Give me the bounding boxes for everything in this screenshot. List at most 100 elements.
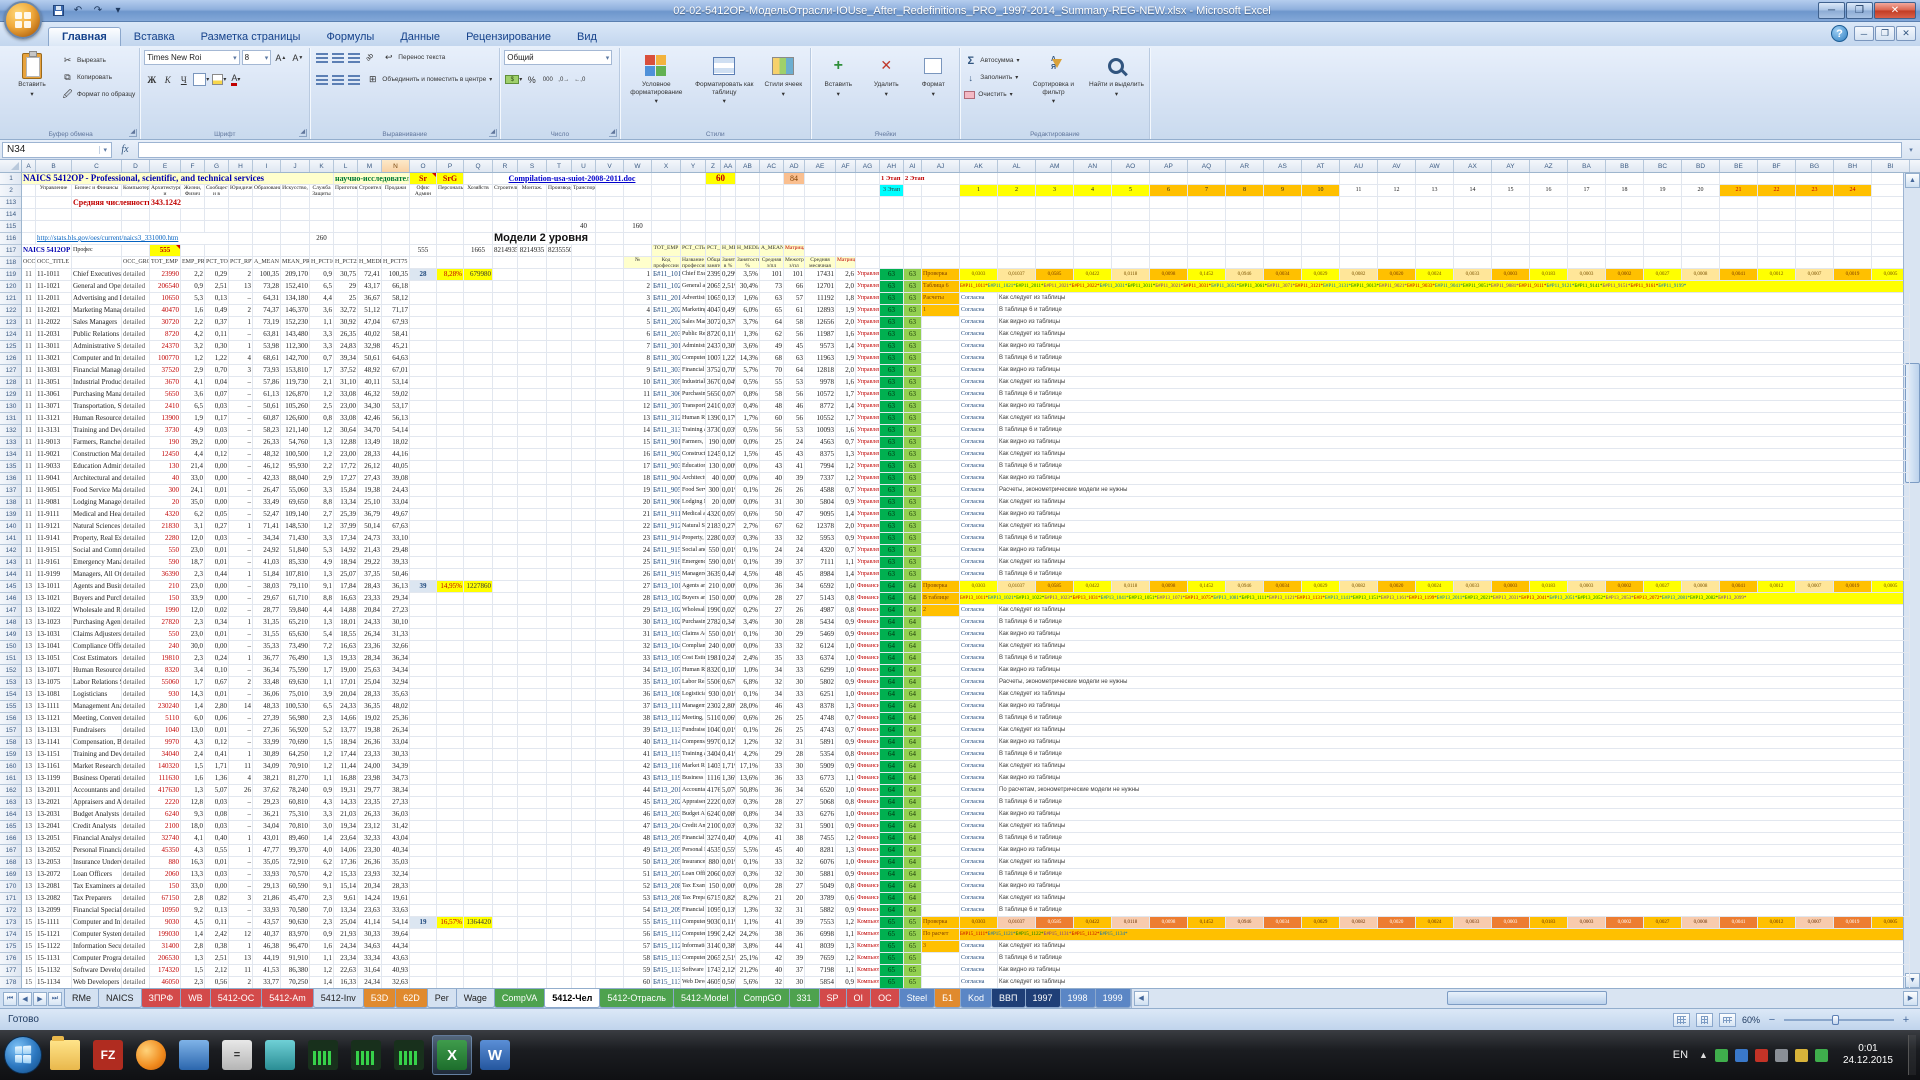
cell[interactable]: detailed — [122, 905, 150, 917]
cell[interactable]: 65 — [904, 917, 922, 929]
cell[interactable]: 3,0 — [310, 821, 334, 833]
cell[interactable]: Training and Development Managers — [681, 425, 706, 437]
cell[interactable]: 36,35 — [358, 701, 382, 713]
cell[interactable]: 33 — [784, 653, 805, 665]
cell[interactable]: 48,92 — [358, 365, 382, 377]
cell[interactable]: 64 — [880, 701, 904, 713]
comma-style-button[interactable]: 000 — [540, 72, 555, 87]
cell[interactable]: 5434 — [805, 617, 836, 629]
cell[interactable] — [358, 197, 382, 209]
row-header-124[interactable]: 124 — [0, 329, 22, 341]
cell[interactable]: 1 — [229, 833, 253, 845]
cell[interactable]: 32 — [760, 977, 784, 988]
cell[interactable] — [1378, 173, 1416, 185]
cell[interactable]: 0,1% — [736, 485, 760, 497]
row-header-114[interactable]: 114 — [0, 209, 22, 221]
cell[interactable] — [547, 689, 572, 701]
cell[interactable]: Training and Development Managers — [72, 425, 122, 437]
cell[interactable] — [410, 689, 437, 701]
cell[interactable] — [493, 713, 518, 725]
zoom-out-button[interactable]: − — [1766, 1014, 1778, 1026]
column-header-T[interactable]: T — [547, 160, 572, 173]
cell[interactable]: 0,5% — [736, 377, 760, 389]
cell[interactable]: В таблице 6 и таблице — [998, 617, 1910, 629]
cell[interactable]: 107,810 — [281, 569, 310, 581]
cell[interactable]: 25 — [784, 713, 805, 725]
cell[interactable] — [518, 221, 547, 233]
cell[interactable]: 65 — [880, 965, 904, 977]
cell[interactable]: Web Developers — [681, 977, 706, 988]
cell[interactable] — [205, 221, 229, 233]
cell[interactable]: 23990 — [150, 269, 181, 281]
taskbar-item-network-monitor-1[interactable] — [303, 1035, 343, 1075]
cell[interactable]: 25,07 — [334, 569, 358, 581]
cell[interactable] — [596, 509, 624, 521]
cell[interactable]: 0,02% — [721, 605, 736, 617]
cell[interactable] — [547, 569, 572, 581]
cell[interactable]: 28,43 — [358, 581, 382, 593]
cell[interactable]: 0,0098 — [1150, 917, 1188, 929]
wrap-text-button[interactable]: ↩Перенос текста — [382, 50, 445, 65]
cell[interactable] — [547, 521, 572, 533]
cell[interactable]: Human Resources Specialists — [681, 665, 706, 677]
cell[interactable]: 16,63 — [334, 641, 358, 653]
cell[interactable]: Sales Managers — [72, 317, 122, 329]
cell[interactable]: 73,490 — [281, 641, 310, 653]
row-header-143[interactable]: 143 — [0, 557, 22, 569]
cell[interactable] — [904, 185, 922, 197]
cell[interactable]: 28,77 — [253, 605, 281, 617]
cell[interactable]: 2,12 — [205, 965, 229, 977]
cell[interactable]: Управленец — [856, 497, 880, 509]
delete-cells-button[interactable]: ✕ Удалить▾ — [864, 50, 908, 125]
cell[interactable]: 63 — [904, 461, 922, 473]
cell[interactable]: detailed — [122, 449, 150, 461]
start-button[interactable] — [4, 1036, 42, 1074]
cell[interactable]: 64 — [904, 761, 922, 773]
cell[interactable] — [518, 569, 547, 581]
cell[interactable]: NAICS 5412OP - Professional, scientific,… — [22, 173, 334, 185]
cell[interactable] — [518, 425, 547, 437]
cell[interactable] — [36, 197, 72, 209]
cell[interactable]: 40 — [784, 845, 805, 857]
cell[interactable]: 63 — [880, 497, 904, 509]
cell[interactable]: 32,63 — [382, 977, 410, 988]
cell[interactable] — [464, 521, 493, 533]
cell[interactable] — [1834, 221, 1872, 233]
align-center-button[interactable] — [330, 72, 345, 87]
cell[interactable]: 38 — [760, 929, 784, 941]
cell[interactable]: Information Security Analysts — [72, 941, 122, 953]
cell[interactable]: 17 — [624, 461, 652, 473]
cell[interactable]: 9,3 — [181, 809, 205, 821]
cell[interactable]: 18,94 — [334, 557, 358, 569]
cell[interactable] — [410, 737, 437, 749]
cell[interactable]: 76,490 — [281, 653, 310, 665]
cell[interactable]: 0,0019 — [1834, 917, 1872, 929]
cell[interactable] — [596, 689, 624, 701]
cell[interactable]: 64 — [880, 833, 904, 845]
cell[interactable] — [493, 437, 518, 449]
row-header-150[interactable]: 150 — [0, 641, 22, 653]
cell[interactable]: Buyers and Purchasing Agents, Farm Produ… — [681, 593, 706, 605]
cell[interactable] — [596, 881, 624, 893]
cell[interactable] — [437, 329, 464, 341]
cell[interactable]: 23,30 — [358, 845, 382, 857]
cell[interactable]: 32,94 — [382, 677, 410, 689]
cell[interactable]: Financial Managers — [681, 365, 706, 377]
cell[interactable]: detailed — [122, 725, 150, 737]
cell[interactable]: 34,34 — [382, 665, 410, 677]
cell[interactable]: 1,0 — [836, 857, 856, 869]
cell[interactable] — [1568, 221, 1606, 233]
cell[interactable]: 36390 — [706, 569, 721, 581]
cell[interactable]: 1,22% — [721, 353, 736, 365]
cell[interactable]: 38,21 — [253, 773, 281, 785]
cell[interactable] — [1606, 197, 1644, 209]
cell[interactable]: 9573 — [805, 341, 836, 353]
cell[interactable]: Б#15_1131 — [652, 953, 681, 965]
cell[interactable]: 24,34 — [334, 941, 358, 953]
cell[interactable]: 34 — [624, 665, 652, 677]
cell[interactable] — [1226, 233, 1264, 245]
cell[interactable]: 0,44 — [205, 569, 229, 581]
cell[interactable] — [1644, 173, 1682, 185]
column-header-Q[interactable]: Q — [464, 160, 493, 173]
cell[interactable] — [1416, 173, 1454, 185]
